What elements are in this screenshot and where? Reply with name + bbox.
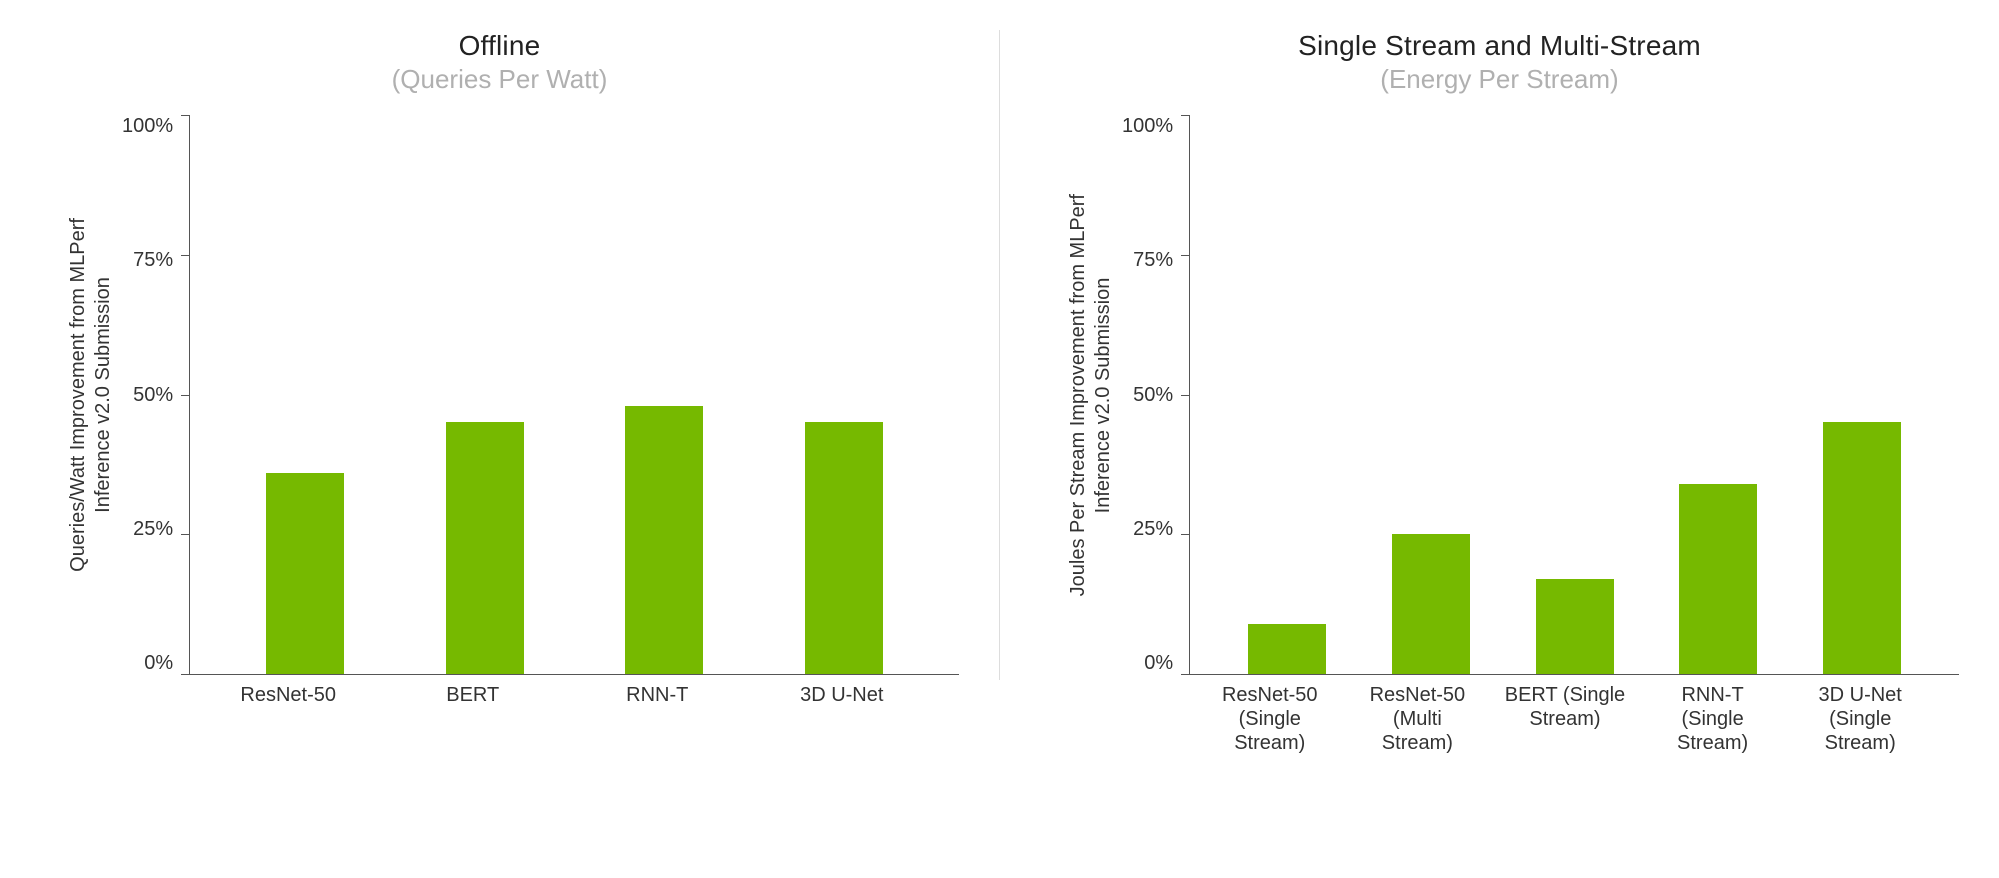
bar-slot (395, 115, 575, 674)
bar (1248, 624, 1326, 674)
x-tick-label: RNN-T (565, 683, 750, 707)
y-axis-label: Joules Per Stream Improvement from MLPer… (1060, 194, 1122, 596)
bar (446, 422, 524, 674)
chart-panel-stream: Single Stream and Multi-Stream (Energy P… (1000, 20, 1999, 878)
x-tick-label: 3D U-Net (Single Stream) (1786, 683, 1934, 755)
y-axis-label: Queries/Watt Improvement from MLPerf Inf… (60, 218, 122, 572)
chart-title: Offline (459, 30, 541, 62)
plot-region (1189, 115, 1959, 675)
bar-slot (215, 115, 395, 674)
y-tick: 50% (133, 384, 173, 407)
chart-subtitle: (Energy Per Stream) (1380, 64, 1618, 95)
chart-area: Queries/Watt Improvement from MLPerf Inf… (20, 115, 979, 675)
y-axis-ticks: 100% 75% 50% 25% 0% (122, 115, 181, 675)
bar-slot (1646, 115, 1790, 674)
y-tick: 75% (1133, 249, 1173, 272)
bar-slot (1215, 115, 1359, 674)
bar (1823, 422, 1901, 674)
tick-marks (1181, 115, 1189, 675)
x-tick-label: BERT (Single Stream) (1491, 683, 1639, 755)
y-axis-ticks: 100% 75% 50% 25% 0% (1122, 115, 1181, 675)
plot-region (189, 115, 959, 675)
charts-container: Offline (Queries Per Watt) Queries/Watt … (0, 20, 1999, 878)
chart-area: Joules Per Stream Improvement from MLPer… (1020, 115, 1979, 675)
y-tick: 100% (122, 115, 173, 138)
chart-title: Single Stream and Multi-Stream (1298, 30, 1701, 62)
y-tick: 50% (1133, 384, 1173, 407)
y-tick: 100% (1122, 115, 1173, 138)
y-tick: 0% (1144, 652, 1173, 675)
bar-slot (754, 115, 934, 674)
tick-marks (181, 115, 189, 675)
x-ticks: ResNet-50 (Single Stream)ResNet-50 (Mult… (1171, 683, 1959, 755)
bar-slot (1503, 115, 1647, 674)
bar (1536, 579, 1614, 674)
y-tick: 0% (144, 652, 173, 675)
x-tick-label: ResNet-50 (Single Stream) (1196, 683, 1344, 755)
chart-subtitle: (Queries Per Watt) (392, 64, 608, 95)
bar-slot (1790, 115, 1934, 674)
x-tick-label: 3D U-Net (750, 683, 935, 707)
x-ticks-row: ResNet-50BERTRNN-T3D U-Net (20, 675, 979, 707)
x-tick-label: ResNet-50 (Multi Stream) (1344, 683, 1492, 755)
bar-slot (1359, 115, 1503, 674)
x-ticks-row: ResNet-50 (Single Stream)ResNet-50 (Mult… (1020, 675, 1979, 755)
bar (266, 473, 344, 674)
bar (1679, 484, 1757, 674)
bar (1392, 534, 1470, 674)
x-tick-label: ResNet-50 (196, 683, 381, 707)
y-tick: 25% (133, 518, 173, 541)
x-ticks: ResNet-50BERTRNN-T3D U-Net (171, 683, 959, 707)
bar (625, 406, 703, 674)
bar-slot (575, 115, 755, 674)
y-tick: 75% (133, 249, 173, 272)
y-tick: 25% (1133, 518, 1173, 541)
x-tick-label: RNN-T (Single Stream) (1639, 683, 1787, 755)
x-tick-label: BERT (380, 683, 565, 707)
bar (805, 422, 883, 674)
chart-panel-offline: Offline (Queries Per Watt) Queries/Watt … (0, 20, 999, 878)
